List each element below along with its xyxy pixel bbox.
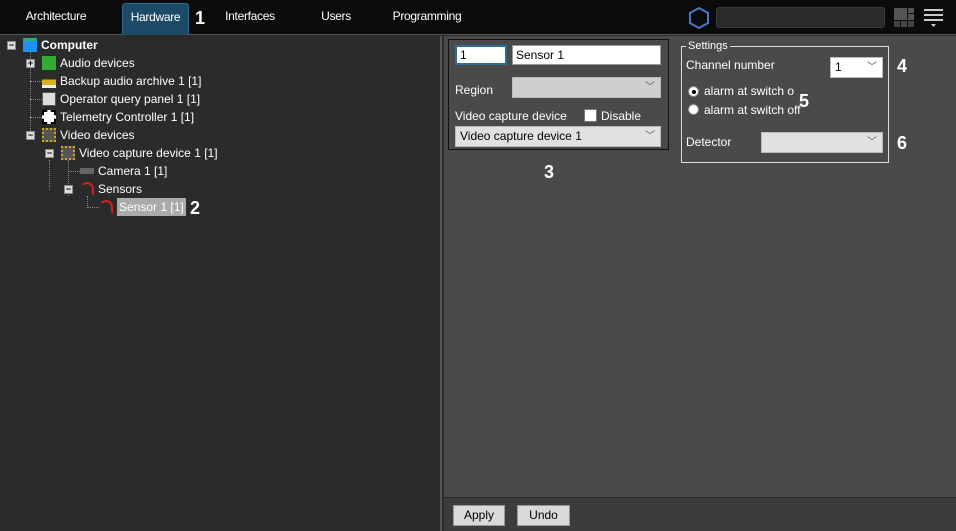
- node-label: Operator query panel 1 [1]: [60, 92, 201, 106]
- hexagon-logo-icon[interactable]: [688, 6, 710, 30]
- disable-checkbox[interactable]: [584, 109, 597, 122]
- video-board-icon: [42, 128, 56, 142]
- channel-value: 1: [835, 60, 842, 74]
- radio-alarm-off[interactable]: [688, 104, 699, 115]
- tree-node-computer[interactable]: Computer: [23, 36, 98, 54]
- name-input[interactable]: [512, 45, 661, 65]
- region-select[interactable]: ﹀: [512, 77, 661, 98]
- tree-node-video-devices[interactable]: Video devices: [42, 126, 135, 144]
- collapse-toggle[interactable]: −: [7, 41, 16, 50]
- sensor-icon: [99, 200, 113, 214]
- tab-architecture[interactable]: Architecture: [18, 3, 94, 35]
- callout-4: 4: [897, 56, 908, 76]
- audio-board-icon: [42, 56, 56, 70]
- tab-interfaces[interactable]: Interfaces: [218, 3, 282, 35]
- apply-button[interactable]: Apply: [453, 505, 505, 526]
- tab-programming[interactable]: Programming: [389, 3, 465, 35]
- layout-grid-icon[interactable]: [894, 8, 916, 28]
- tree-node-camera[interactable]: Camera 1 [1]: [80, 162, 167, 180]
- disable-label: Disable: [601, 109, 642, 123]
- camera-icon: [80, 168, 94, 174]
- node-label-selected: Sensor 1 [1]: [117, 198, 186, 216]
- sensor-settings-panel: Region ﹀ Video capture device Disable Vi…: [444, 36, 956, 531]
- channel-label: Channel number: [686, 58, 775, 72]
- callout-2: 2: [190, 198, 201, 218]
- node-label: Sensors: [98, 182, 143, 196]
- id-input[interactable]: [455, 45, 507, 65]
- chevron-down-icon: ﹀: [645, 131, 655, 142]
- radio-alarm-on[interactable]: [688, 86, 699, 97]
- collapse-toggle[interactable]: −: [45, 149, 54, 158]
- chevron-down-icon: ﹀: [867, 62, 877, 73]
- callout-3: 3: [544, 162, 555, 182]
- action-bar: Apply Undo: [444, 497, 956, 531]
- tree-node-video-capture[interactable]: Video capture device 1 [1]: [61, 144, 218, 162]
- radio-alarm-off-label: alarm at switch off: [704, 103, 801, 117]
- computer-icon: [23, 38, 37, 52]
- tree-node-audio-devices[interactable]: Audio devices: [42, 54, 135, 72]
- hand-pointer-icon: [42, 92, 56, 106]
- node-label: Camera 1 [1]: [98, 164, 168, 178]
- node-label: Telemetry Controller 1 [1]: [60, 110, 195, 124]
- callout-5: 5: [799, 91, 810, 111]
- video-board-icon: [61, 146, 75, 160]
- callout-6: 6: [897, 133, 908, 153]
- node-label: Video devices: [60, 128, 135, 142]
- chevron-down-icon: ﹀: [867, 137, 877, 148]
- settings-title: Settings: [686, 40, 730, 52]
- node-label: Audio devices: [60, 56, 135, 70]
- detector-select[interactable]: ﹀: [761, 132, 883, 153]
- top-nav: Architecture Hardware 1 Interfaces Users…: [0, 0, 956, 35]
- channel-select[interactable]: 1 ﹀: [830, 57, 883, 78]
- tree-node-sensors[interactable]: Sensors: [80, 180, 142, 198]
- general-settings-box: Region ﹀ Video capture device Disable Vi…: [448, 39, 669, 150]
- tab-hardware[interactable]: Hardware: [122, 3, 189, 35]
- vcd-label: Video capture device: [455, 109, 567, 123]
- tree-node-sensor-1[interactable]: Sensor 1 [1]: [99, 198, 186, 216]
- undo-button[interactable]: Undo: [517, 505, 570, 526]
- collapse-toggle[interactable]: −: [26, 131, 35, 140]
- callout-1: 1: [195, 8, 206, 28]
- telemetry-icon: [42, 110, 56, 124]
- node-label: Backup audio archive 1 [1]: [60, 74, 202, 88]
- node-label: Video capture device 1 [1]: [79, 146, 218, 160]
- sensor-icon: [80, 182, 94, 196]
- radio-alarm-on-label: alarm at switch o: [704, 84, 795, 98]
- tree-node-operator-panel[interactable]: Operator query panel 1 [1]: [42, 90, 200, 108]
- tab-users[interactable]: Users: [308, 3, 364, 35]
- detector-label: Detector: [686, 135, 732, 149]
- chevron-down-icon: ﹀: [645, 82, 655, 93]
- hardware-tree: − Computer + Audio devices Backup audio …: [0, 36, 442, 531]
- tree-node-backup-audio[interactable]: Backup audio archive 1 [1]: [42, 72, 201, 90]
- collapse-toggle[interactable]: −: [64, 185, 73, 194]
- vcd-value: Video capture device 1: [460, 129, 582, 143]
- tree-node-telemetry[interactable]: Telemetry Controller 1 [1]: [42, 108, 194, 126]
- expand-toggle[interactable]: +: [26, 59, 35, 68]
- node-label: Computer: [41, 38, 98, 52]
- settings-group: Settings Channel number 1 ﹀ alarm at swit…: [681, 40, 889, 163]
- menu-icon[interactable]: [924, 8, 944, 28]
- search-input[interactable]: [716, 7, 885, 28]
- region-label: Region: [455, 83, 494, 97]
- archive-icon: [42, 74, 56, 88]
- vcd-select[interactable]: Video capture device 1 ﹀: [455, 126, 661, 147]
